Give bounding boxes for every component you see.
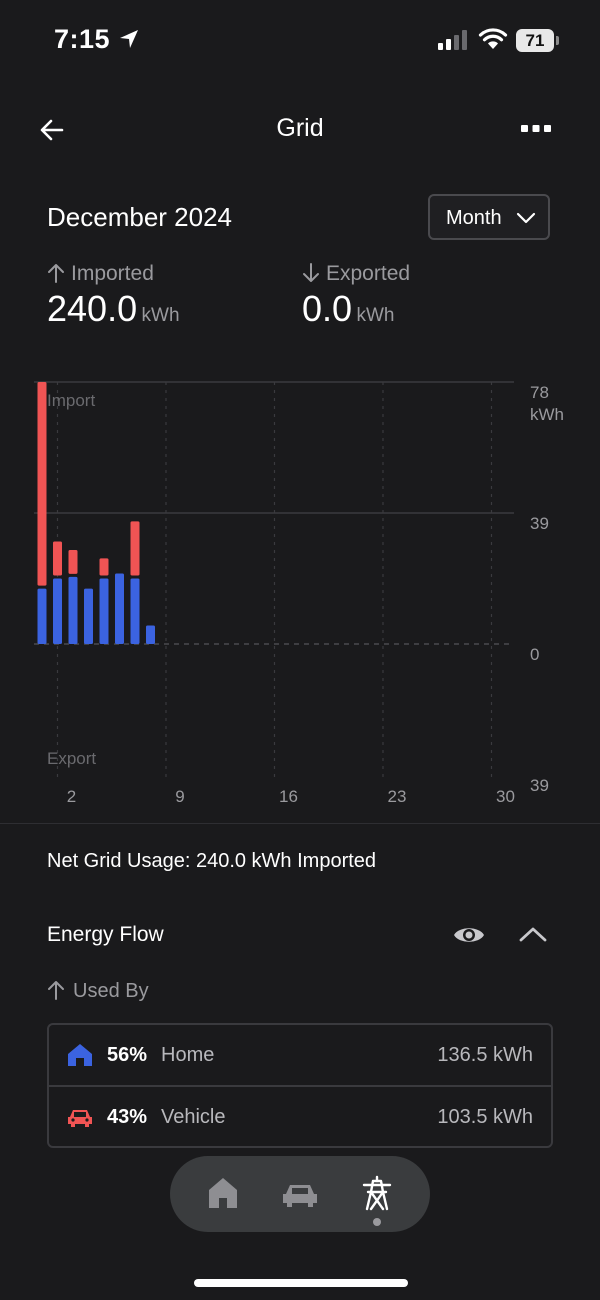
chart-bar — [68, 576, 78, 644]
chevron-down-icon — [516, 212, 536, 224]
nav-home-icon[interactable] — [208, 1177, 238, 1209]
export-label: Export — [47, 749, 96, 768]
more-options-icon[interactable] — [520, 124, 552, 134]
house-icon — [68, 1044, 92, 1066]
energy-flow-title: Energy Flow — [47, 923, 164, 946]
row-value: 136.5 kWh — [437, 1044, 533, 1066]
chart-bar — [37, 382, 47, 586]
energy-flow-table: 56% Home 136.5 kWh 43% Vehicle 103.5 kWh — [47, 1023, 553, 1148]
net-grid-usage: Net Grid Usage: 240.0 kWh Imported — [47, 850, 377, 872]
row-name: Vehicle — [161, 1106, 226, 1128]
chart-bar — [115, 573, 124, 644]
home-indicator[interactable] — [194, 1279, 408, 1287]
chevron-up-icon[interactable] — [518, 924, 548, 944]
period-selector-button[interactable]: Month — [428, 194, 550, 240]
y-unit-label: kWh — [530, 405, 564, 424]
page-title: Grid — [276, 114, 324, 142]
y-tick-label: 0 — [530, 645, 539, 664]
y-tick-label: 39 — [530, 776, 549, 795]
status-time: 7:15 — [54, 24, 111, 54]
car-icon — [68, 1110, 92, 1127]
chart-bar — [99, 558, 109, 576]
imported-unit: kWh — [141, 305, 180, 326]
exported-stat: Exported 0.0 kWh — [302, 262, 410, 330]
exported-label: Exported — [326, 262, 411, 285]
chart-bar — [84, 588, 93, 644]
exported-unit: kWh — [356, 305, 395, 326]
chart-bar — [68, 549, 78, 574]
period-label: December 2024 — [47, 202, 232, 232]
x-tick-label: 23 — [388, 787, 407, 806]
chart-bar — [99, 578, 109, 644]
x-tick-label: 9 — [175, 787, 184, 806]
arrow-up-icon — [48, 981, 64, 1000]
chart-bar — [53, 541, 62, 576]
imported-stat: Imported 240.0 kWh — [47, 262, 180, 330]
chart-bar — [130, 578, 140, 644]
battery-level: 71 — [516, 29, 554, 52]
x-tick-label: 16 — [279, 787, 298, 806]
x-tick-label: 30 — [496, 787, 515, 806]
nav-grid-tower-icon[interactable] — [361, 1175, 393, 1211]
imported-value: 240.0 — [47, 288, 138, 329]
grid-usage-chart[interactable]: Import Export 78 39 0 39 kWh 2 9 16 23 30 — [0, 370, 600, 810]
import-label: Import — [47, 391, 95, 410]
row-name: Home — [161, 1044, 215, 1066]
chart-bar — [130, 521, 140, 576]
energy-flow-row-vehicle[interactable]: 43% Vehicle 103.5 kWh — [49, 1087, 551, 1147]
cellular-signal-icon — [438, 30, 467, 50]
used-by-label: Used By — [47, 980, 149, 1003]
battery-indicator: 71 — [516, 29, 560, 52]
period-selector-label: Month — [446, 207, 502, 229]
imported-label: Imported — [71, 262, 154, 285]
y-tick-label: 78 — [530, 383, 549, 402]
row-percent: 56% — [107, 1044, 148, 1066]
energy-flow-row-home[interactable]: 56% Home 136.5 kWh — [49, 1025, 551, 1087]
row-value: 103.5 kWh — [437, 1106, 533, 1128]
chart-bar — [146, 625, 155, 644]
chart-svg: Import Export 78 39 0 39 kWh 2 9 16 23 30 — [34, 381, 564, 806]
section-divider — [0, 823, 600, 824]
nav-vehicle-icon[interactable] — [282, 1182, 318, 1208]
eye-icon[interactable] — [452, 922, 486, 948]
arrow-down-icon — [303, 263, 319, 282]
y-tick-label: 39 — [530, 514, 549, 533]
chart-bar — [37, 588, 47, 644]
wifi-icon — [478, 28, 508, 49]
nav-active-indicator — [373, 1218, 381, 1226]
exported-value: 0.0 — [302, 288, 353, 329]
location-arrow-icon — [120, 30, 138, 48]
chart-bar — [53, 578, 62, 644]
arrow-up-icon — [48, 264, 64, 283]
x-tick-label: 2 — [67, 787, 76, 806]
row-percent: 43% — [107, 1106, 148, 1128]
